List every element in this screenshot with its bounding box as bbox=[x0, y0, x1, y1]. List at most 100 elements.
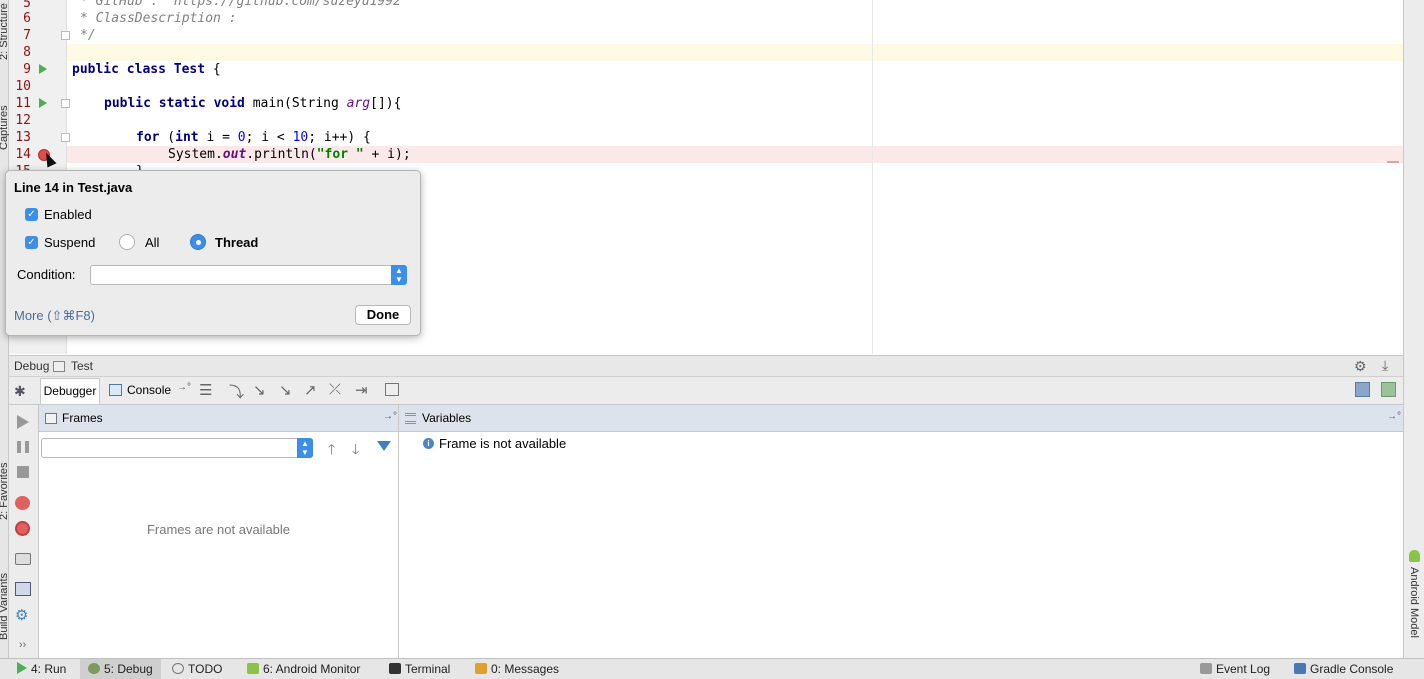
terminal-label: Terminal bbox=[405, 662, 451, 676]
todo-tool-button[interactable]: TODO bbox=[172, 662, 222, 676]
more-link[interactable]: More (⇧⌘F8) bbox=[14, 308, 95, 324]
show-execution-point-icon[interactable]: ☰ bbox=[199, 381, 212, 399]
tool-window-bar: 4: Run 5: Debug TODO 6: Android Monitor … bbox=[0, 658, 1424, 679]
debug-toolbar: ✱ Debugger Console →° ☰ ⤵ ↘ ↘ ↗ ⤫ ⇥ bbox=[9, 377, 1403, 405]
restore-layout-icon[interactable] bbox=[1355, 382, 1370, 397]
messages-label: 0: Messages bbox=[491, 662, 560, 676]
line-number: 13 bbox=[15, 130, 31, 145]
line-number: 9 bbox=[23, 62, 31, 77]
dropdown-stepper-icon[interactable]: ▲ ▼ bbox=[391, 265, 407, 285]
run-class-icon[interactable] bbox=[39, 64, 47, 74]
filter-icon[interactable] bbox=[377, 441, 391, 451]
breakpoint-popup: Line 14 in Test.java ✓ Enabled ✓ Suspend… bbox=[5, 170, 421, 336]
done-button[interactable]: Done bbox=[355, 305, 411, 325]
debug-bug-icon[interactable]: ✱ bbox=[14, 383, 26, 400]
console-icon bbox=[109, 384, 122, 396]
pin-icon[interactable]: →° bbox=[383, 411, 397, 422]
drop-frame-icon[interactable]: ⤫ bbox=[329, 381, 341, 398]
pin-icon[interactable]: →° bbox=[1387, 411, 1401, 422]
enabled-checkbox[interactable]: ✓ bbox=[25, 208, 38, 221]
code-token: .println( bbox=[246, 147, 317, 162]
terminal-icon bbox=[389, 663, 401, 674]
code-token: * ClassDescription : bbox=[80, 11, 237, 26]
dropdown-stepper-icon[interactable]: ▲ ▼ bbox=[297, 438, 313, 458]
gear-icon[interactable]: ⚙ bbox=[1354, 358, 1367, 375]
event-log-tool-button[interactable]: Event Log bbox=[1200, 662, 1270, 676]
frames-icon bbox=[45, 413, 57, 424]
radio-all-label[interactable]: All bbox=[145, 235, 159, 250]
code-token: main( bbox=[252, 96, 292, 111]
code-token: ( bbox=[159, 130, 176, 145]
messages-icon bbox=[475, 663, 487, 674]
android-monitor-tool-button[interactable]: 6: Android Monitor bbox=[247, 662, 360, 676]
more-actions-icon[interactable]: ›› bbox=[19, 639, 26, 651]
pin-tab-icon[interactable]: →° bbox=[177, 382, 191, 393]
variables-header: Variables →° bbox=[399, 405, 1403, 432]
run-to-cursor-icon[interactable]: ⇥ bbox=[355, 381, 368, 399]
run-label: 4: Run bbox=[31, 662, 67, 676]
right-margin-guide bbox=[872, 0, 873, 354]
stop-icon[interactable] bbox=[17, 466, 29, 478]
camera-icon[interactable] bbox=[15, 553, 31, 565]
frames-panel: Frames →° ▲ ▼ 🡑 🡓 Frames are not availabl… bbox=[39, 405, 399, 658]
line-number: 5 bbox=[23, 0, 31, 11]
frames-title: Frames bbox=[62, 411, 103, 425]
code-line-9: public class Test { bbox=[72, 61, 221, 78]
fold-icon[interactable] bbox=[61, 99, 70, 108]
pause-icon[interactable] bbox=[17, 441, 29, 453]
code-token: String bbox=[291, 96, 347, 111]
code-token: for bbox=[136, 130, 160, 145]
variables-title: Variables bbox=[422, 411, 472, 425]
suspend-label[interactable]: Suspend bbox=[44, 235, 95, 250]
radio-thread[interactable] bbox=[190, 234, 206, 250]
suspend-checkbox[interactable]: ✓ bbox=[25, 236, 38, 249]
thread-selector[interactable]: ▲ ▼ bbox=[41, 438, 313, 458]
tab-console[interactable]: Console bbox=[127, 383, 171, 397]
enabled-label[interactable]: Enabled bbox=[44, 207, 92, 222]
debug-icon bbox=[88, 663, 100, 674]
code-token: */ bbox=[80, 28, 96, 43]
line-number: 12 bbox=[15, 113, 31, 128]
code-line-11: public static void main(String arg[]){ bbox=[104, 95, 401, 112]
caret-line-highlight bbox=[67, 44, 1403, 61]
fold-icon[interactable] bbox=[61, 31, 70, 40]
layout-settings-icon[interactable] bbox=[1381, 382, 1396, 397]
arrow-down-icon[interactable]: 🡓 bbox=[352, 439, 359, 463]
step-over-icon[interactable]: ⤵ bbox=[229, 381, 244, 402]
view-breakpoints-icon[interactable] bbox=[15, 496, 30, 510]
settings-icon[interactable]: ⚙ bbox=[15, 606, 28, 624]
messages-tool-button[interactable]: 0: Messages bbox=[475, 662, 559, 676]
step-out-icon[interactable]: ↗ bbox=[304, 381, 317, 399]
evaluate-expression-icon[interactable] bbox=[385, 383, 399, 396]
mute-breakpoints-icon[interactable] bbox=[15, 521, 30, 536]
gradle-console-tool-button[interactable]: Gradle Console bbox=[1294, 662, 1393, 676]
debug-config-name[interactable]: Test bbox=[71, 359, 93, 373]
hide-panel-icon[interactable]: ⤓ bbox=[1382, 357, 1388, 374]
code-line-7: */ bbox=[72, 27, 96, 44]
step-into-icon[interactable]: ↘ bbox=[253, 381, 266, 399]
tab-debugger[interactable]: Debugger bbox=[40, 378, 100, 404]
radio-all[interactable] bbox=[119, 234, 135, 250]
todo-icon bbox=[172, 663, 184, 674]
run-main-icon[interactable] bbox=[39, 98, 47, 108]
terminal-tool-button[interactable]: Terminal bbox=[389, 662, 450, 676]
run-tool-button[interactable]: 4: Run bbox=[17, 662, 66, 676]
condition-field[interactable]: ▲ ▼ bbox=[90, 265, 407, 285]
gradle-console-label: Gradle Console bbox=[1310, 662, 1394, 676]
debug-tool-button[interactable]: 5: Debug bbox=[80, 659, 161, 679]
fold-icon[interactable] bbox=[61, 133, 70, 142]
mouse-cursor-icon bbox=[41, 150, 57, 168]
code-line-6: * ClassDescription : bbox=[72, 10, 237, 27]
debug-label: 5: Debug bbox=[104, 662, 153, 676]
arrow-up-icon[interactable]: 🡑 bbox=[328, 439, 335, 463]
layout-icon[interactable] bbox=[15, 582, 31, 596]
run-icon bbox=[17, 662, 27, 674]
android-monitor-label: 6: Android Monitor bbox=[263, 662, 361, 676]
android-model-tool-tab[interactable]: Android Model bbox=[1408, 567, 1420, 638]
error-stripe-mark[interactable] bbox=[1387, 161, 1399, 163]
radio-thread-label[interactable]: Thread bbox=[215, 235, 258, 250]
force-step-into-icon[interactable]: ↘ bbox=[279, 381, 292, 399]
debug-title: Debug bbox=[14, 359, 50, 373]
frames-header: Frames →° bbox=[39, 405, 398, 432]
resume-icon[interactable] bbox=[17, 415, 29, 429]
